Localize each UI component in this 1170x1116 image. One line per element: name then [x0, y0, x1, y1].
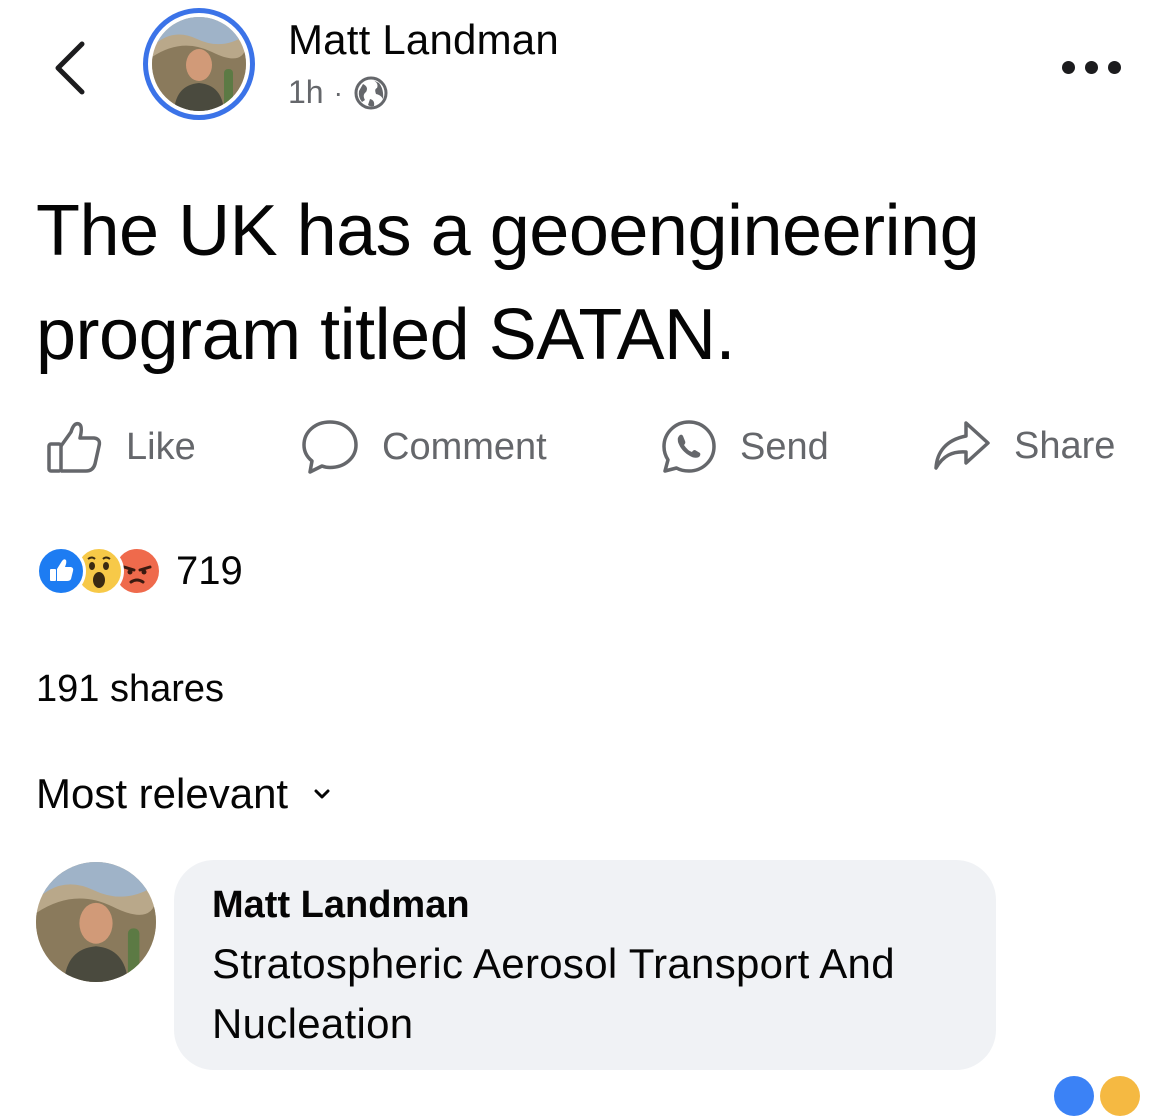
commenter-avatar[interactable] [36, 862, 156, 982]
share-arrow-icon [934, 421, 990, 470]
reaction-icon-partial [1054, 1076, 1094, 1116]
reactions-summary[interactable]: 719 [36, 546, 243, 596]
post-meta: 1h · [288, 74, 389, 111]
more-dot [1108, 60, 1121, 74]
reaction-icon-partial [1100, 1076, 1140, 1116]
like-reaction-icon [36, 546, 86, 596]
avatar-photo [152, 17, 246, 111]
share-button[interactable]: Share [932, 418, 1115, 474]
author-name[interactable]: Matt Landman [288, 16, 559, 64]
back-button[interactable] [48, 38, 96, 98]
comment-sort-dropdown[interactable]: Most relevant [36, 770, 330, 818]
more-options-button[interactable] [1062, 56, 1132, 78]
comment-author-name[interactable]: Matt Landman [212, 884, 470, 927]
whatsapp-icon [662, 420, 716, 473]
author-avatar[interactable] [143, 8, 255, 120]
sort-label: Most relevant [36, 770, 289, 817]
chevron-down-icon [314, 789, 330, 799]
shares-count[interactable]: 191 shares [36, 668, 224, 711]
more-dot [1085, 60, 1098, 74]
reaction-count: 719 [176, 548, 243, 593]
post-time: 1h [288, 74, 324, 110]
post-action-bar: Like Comment Send Share [46, 418, 1136, 488]
comment-icon [302, 420, 358, 474]
like-label: Like [126, 425, 196, 468]
chevron-left-icon [55, 41, 85, 95]
comment-label: Comment [382, 425, 547, 468]
meta-separator: · [333, 76, 343, 108]
globe-icon [354, 76, 388, 109]
comment-text: Stratospheric Aerosol Transport And Nucl… [212, 940, 895, 1047]
comment-button[interactable]: Comment [300, 418, 547, 476]
send-button[interactable]: Send [660, 418, 829, 476]
more-dot [1062, 60, 1075, 74]
share-label: Share [1014, 424, 1116, 467]
send-label: Send [740, 425, 829, 468]
like-button[interactable]: Like [46, 418, 196, 476]
thumbs-up-icon [47, 421, 102, 473]
post-text: The UK has a geoengineering program titl… [36, 191, 980, 375]
